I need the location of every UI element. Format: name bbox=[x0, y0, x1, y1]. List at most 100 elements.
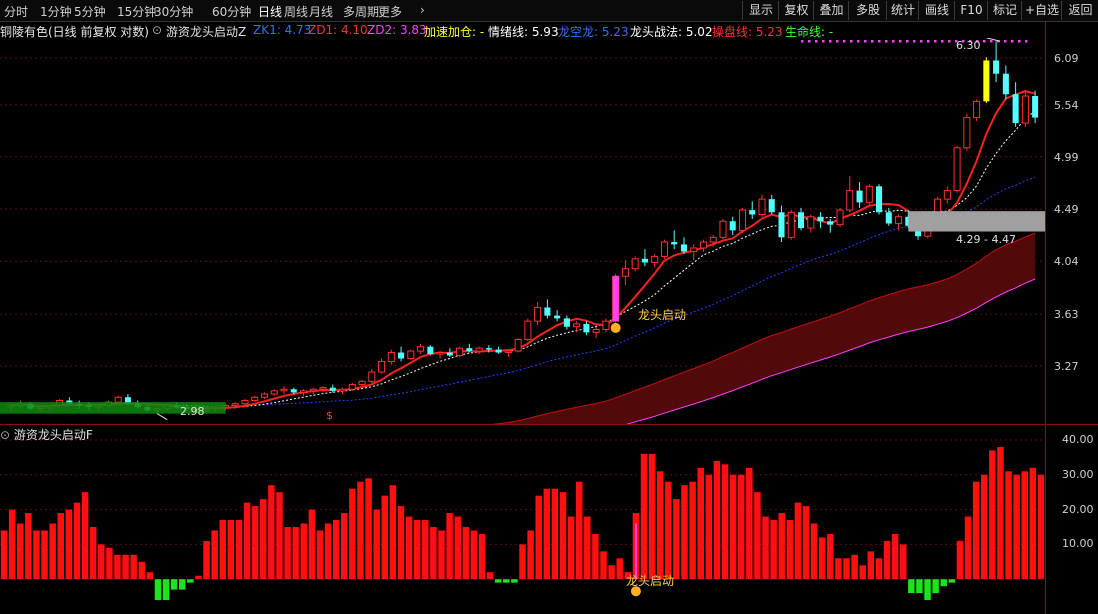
sub-indicator-name[interactable]: 游资龙头启动F bbox=[14, 428, 93, 442]
top-dot bbox=[1011, 40, 1014, 43]
timeframe-1[interactable]: 1分钟 bbox=[40, 3, 72, 20]
sub-bar bbox=[891, 533, 899, 580]
candle-body bbox=[387, 352, 395, 362]
candle-body bbox=[573, 323, 581, 328]
sub-bar bbox=[786, 520, 794, 580]
candle-body bbox=[339, 388, 347, 392]
toolbar-button-9[interactable]: 返回 bbox=[1061, 1, 1098, 20]
sub-bar bbox=[146, 572, 154, 580]
toolbar-button-8[interactable]: +自选 bbox=[1021, 1, 1062, 20]
sub-bar bbox=[721, 464, 729, 580]
price-label-0: 6.09 bbox=[1054, 52, 1079, 65]
signal-main-label: 龙头启动 bbox=[638, 308, 687, 322]
param-value: 5.02 bbox=[682, 25, 713, 39]
sub-bar bbox=[341, 513, 348, 580]
sub-toggle-icon[interactable]: ⊙ bbox=[0, 428, 10, 442]
toolbar-button-6[interactable]: F10 bbox=[954, 1, 988, 20]
timeframe-5[interactable]: 60分钟 bbox=[212, 3, 251, 20]
signal-sub-label: 龙头启动 bbox=[626, 574, 675, 588]
top-dot bbox=[850, 40, 853, 43]
candle-body bbox=[241, 399, 249, 405]
sub-bar bbox=[235, 520, 243, 580]
price-label-2: 4.99 bbox=[1054, 150, 1079, 164]
sub-bar bbox=[754, 492, 761, 580]
timeframe-8[interactable]: 月线 bbox=[309, 3, 333, 20]
top-toolbar: 分时 1分钟 5分钟 15分钟 30分钟 60分钟 日线 周线 月线 多周期 更多 › 显示 复权 叠加多… bbox=[0, 0, 1098, 22]
timeframe-6[interactable]: 日线 bbox=[258, 3, 282, 20]
candle-body bbox=[1021, 95, 1029, 124]
sub-bar bbox=[600, 551, 607, 580]
sub-bar bbox=[843, 558, 850, 580]
range-box bbox=[908, 211, 1045, 232]
sub-bar bbox=[543, 488, 551, 580]
candle-body bbox=[495, 349, 502, 353]
candle-body bbox=[524, 320, 532, 340]
sub-bar bbox=[673, 499, 680, 580]
candle-body bbox=[671, 242, 678, 245]
sub-bar bbox=[470, 530, 478, 580]
toolbar-button-5[interactable]: 画线 bbox=[918, 1, 955, 20]
sub-indicator-chart[interactable] bbox=[0, 425, 1045, 614]
sub-bar bbox=[648, 453, 656, 580]
param-label: 加速加仓: bbox=[424, 25, 477, 39]
candle-body bbox=[446, 352, 453, 356]
timeframe-3[interactable]: 15分钟 bbox=[117, 3, 156, 20]
candle-body bbox=[885, 212, 892, 224]
candle-body bbox=[709, 236, 717, 243]
candle-body bbox=[631, 258, 639, 270]
sub-bar bbox=[737, 474, 745, 580]
sub-bar bbox=[227, 520, 235, 580]
top-dot bbox=[941, 40, 944, 43]
sub-bar bbox=[0, 530, 8, 580]
candle-body bbox=[436, 352, 444, 355]
price-label-5: 3.63 bbox=[1054, 308, 1079, 322]
timeframe-10[interactable]: 更多 bbox=[378, 3, 402, 20]
param-value: 5.23 bbox=[752, 25, 783, 39]
top-dot bbox=[1025, 40, 1028, 43]
sub-bar bbox=[389, 485, 397, 580]
candle-body bbox=[563, 318, 570, 327]
candle-body bbox=[466, 348, 473, 352]
indicator-param-0: ZK1: 4.73 bbox=[253, 23, 311, 37]
sub-bar bbox=[454, 516, 461, 580]
sub-bar bbox=[57, 513, 65, 580]
timeframe-0[interactable]: 分时 bbox=[4, 3, 28, 20]
toolbar-button-2[interactable]: 叠加 bbox=[813, 1, 849, 20]
toolbar-button-3[interactable]: 多股 bbox=[848, 1, 887, 20]
timeframe-7[interactable]: 周线 bbox=[284, 3, 308, 20]
ma-band bbox=[496, 233, 1036, 424]
sub-bar bbox=[162, 579, 170, 601]
top-dot bbox=[843, 40, 846, 43]
more-chevron-icon[interactable]: › bbox=[420, 3, 425, 17]
timeframe-2[interactable]: 5分钟 bbox=[74, 3, 106, 20]
toolbar-button-1[interactable]: 复权 bbox=[778, 1, 814, 20]
candlesticks bbox=[7, 41, 1039, 414]
candle-body bbox=[817, 216, 824, 222]
candle-body bbox=[827, 221, 834, 225]
timeframe-4[interactable]: 30分钟 bbox=[154, 3, 193, 20]
sub-bar bbox=[494, 579, 502, 583]
sub-bar bbox=[219, 520, 227, 580]
sub-bar bbox=[251, 506, 259, 580]
sub-bar bbox=[25, 513, 32, 580]
candle-body bbox=[299, 390, 308, 393]
param-value: 4.10 bbox=[337, 23, 368, 37]
candle-body bbox=[378, 360, 386, 373]
param-label: 情绪线: bbox=[488, 25, 529, 39]
sub-bar bbox=[867, 551, 875, 580]
candle-body bbox=[660, 241, 668, 257]
sub-bar bbox=[972, 481, 980, 580]
main-price-chart[interactable] bbox=[0, 38, 1045, 424]
sub-bar bbox=[989, 450, 996, 580]
candle-body bbox=[680, 244, 687, 252]
top-dot bbox=[864, 40, 867, 43]
sub-bar bbox=[211, 530, 218, 580]
ma-white bbox=[10, 110, 1036, 409]
toolbar-button-0[interactable]: 显示 bbox=[742, 1, 779, 20]
sub-bar bbox=[697, 467, 704, 580]
toolbar-button-7[interactable]: 标记 bbox=[987, 1, 1022, 20]
toolbar-button-4[interactable]: 统计 bbox=[886, 1, 919, 20]
timeframe-9[interactable]: 多周期 bbox=[343, 3, 379, 20]
candle-body bbox=[290, 389, 297, 393]
indicator-toggle-icon[interactable]: ⊙ bbox=[152, 23, 162, 37]
